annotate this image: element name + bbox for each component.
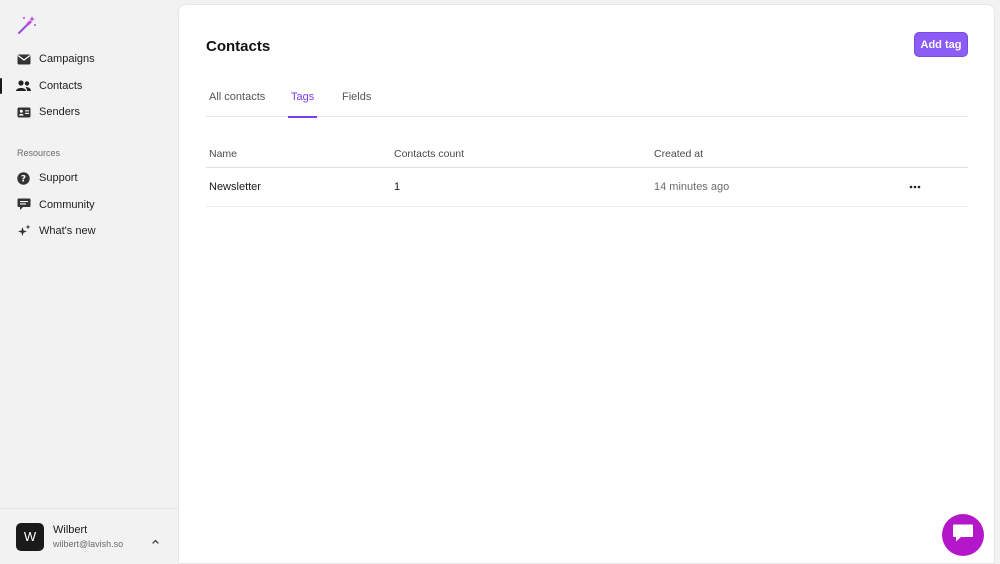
tag-name-cell[interactable]: Newsletter — [209, 181, 261, 193]
more-options-icon[interactable] — [908, 180, 922, 194]
id-card-icon — [16, 105, 31, 120]
sidebar-item-community[interactable]: Community — [0, 192, 178, 219]
sidebar-item-campaigns[interactable]: Campaigns — [0, 46, 178, 73]
sidebar-item-senders[interactable]: Senders — [0, 99, 178, 126]
sidebar-item-whats-new[interactable]: What's new — [0, 218, 178, 245]
magic-wand-logo-icon[interactable] — [16, 14, 38, 36]
main-panel: Contacts Add tag All contacts Tags Field… — [178, 4, 995, 564]
sidebar-item-label: Support — [39, 172, 78, 185]
chat-bubble-icon — [952, 523, 974, 548]
sparkles-icon — [16, 224, 31, 239]
envelope-icon — [16, 52, 31, 67]
chat-launcher-button[interactable] — [942, 514, 984, 556]
tab-all-contacts[interactable]: All contacts — [209, 91, 265, 117]
tags-table: Name Contacts count Created at Newslette… — [206, 141, 968, 207]
user-email: wilbert@lavish.so — [53, 539, 124, 549]
sidebar-item-support[interactable]: ? Support — [0, 165, 178, 192]
avatar: W — [16, 522, 44, 551]
resources-section-label: Resources — [17, 148, 61, 158]
column-header-created-at[interactable]: Created at — [654, 148, 703, 160]
sidebar-item-label: Senders — [39, 106, 80, 119]
sidebar-item-label: Community — [39, 198, 95, 211]
resources-nav: ? Support Community What's new — [0, 165, 178, 245]
main-nav: Campaigns Contacts Senders — [0, 46, 178, 126]
page-title: Contacts — [206, 38, 271, 55]
sidebar-item-label: Contacts — [39, 79, 83, 92]
table-row[interactable]: Newsletter 1 14 minutes ago — [206, 168, 968, 207]
tab-fields[interactable]: Fields — [342, 91, 371, 117]
sidebar-item-label: What's new — [39, 225, 96, 238]
column-header-contacts-count[interactable]: Contacts count — [394, 148, 464, 160]
users-icon — [16, 78, 31, 93]
contacts-count-cell: 1 — [394, 181, 401, 193]
table-header: Name Contacts count Created at — [206, 141, 968, 168]
column-header-name[interactable]: Name — [209, 148, 237, 160]
add-tag-button[interactable]: Add tag — [914, 32, 968, 57]
chat-icon — [16, 197, 31, 212]
user-name: Wilbert — [53, 524, 88, 536]
tab-tags[interactable]: Tags — [287, 91, 318, 118]
chevron-up-icon[interactable] — [151, 533, 160, 544]
question-circle-icon: ? — [16, 171, 31, 186]
user-info: Wilbert wilbert@lavish.so — [53, 524, 123, 549]
svg-text:?: ? — [21, 174, 26, 184]
created-at-cell: 14 minutes ago — [654, 181, 730, 193]
user-menu[interactable]: W Wilbert wilbert@lavish.so — [0, 508, 178, 564]
sidebar-item-label: Campaigns — [39, 53, 95, 66]
sidebar: Campaigns Contacts Senders Resources ? S… — [0, 0, 178, 564]
contacts-tabs: All contacts Tags Fields — [206, 85, 968, 118]
sidebar-item-contacts[interactable]: Contacts — [0, 73, 178, 100]
